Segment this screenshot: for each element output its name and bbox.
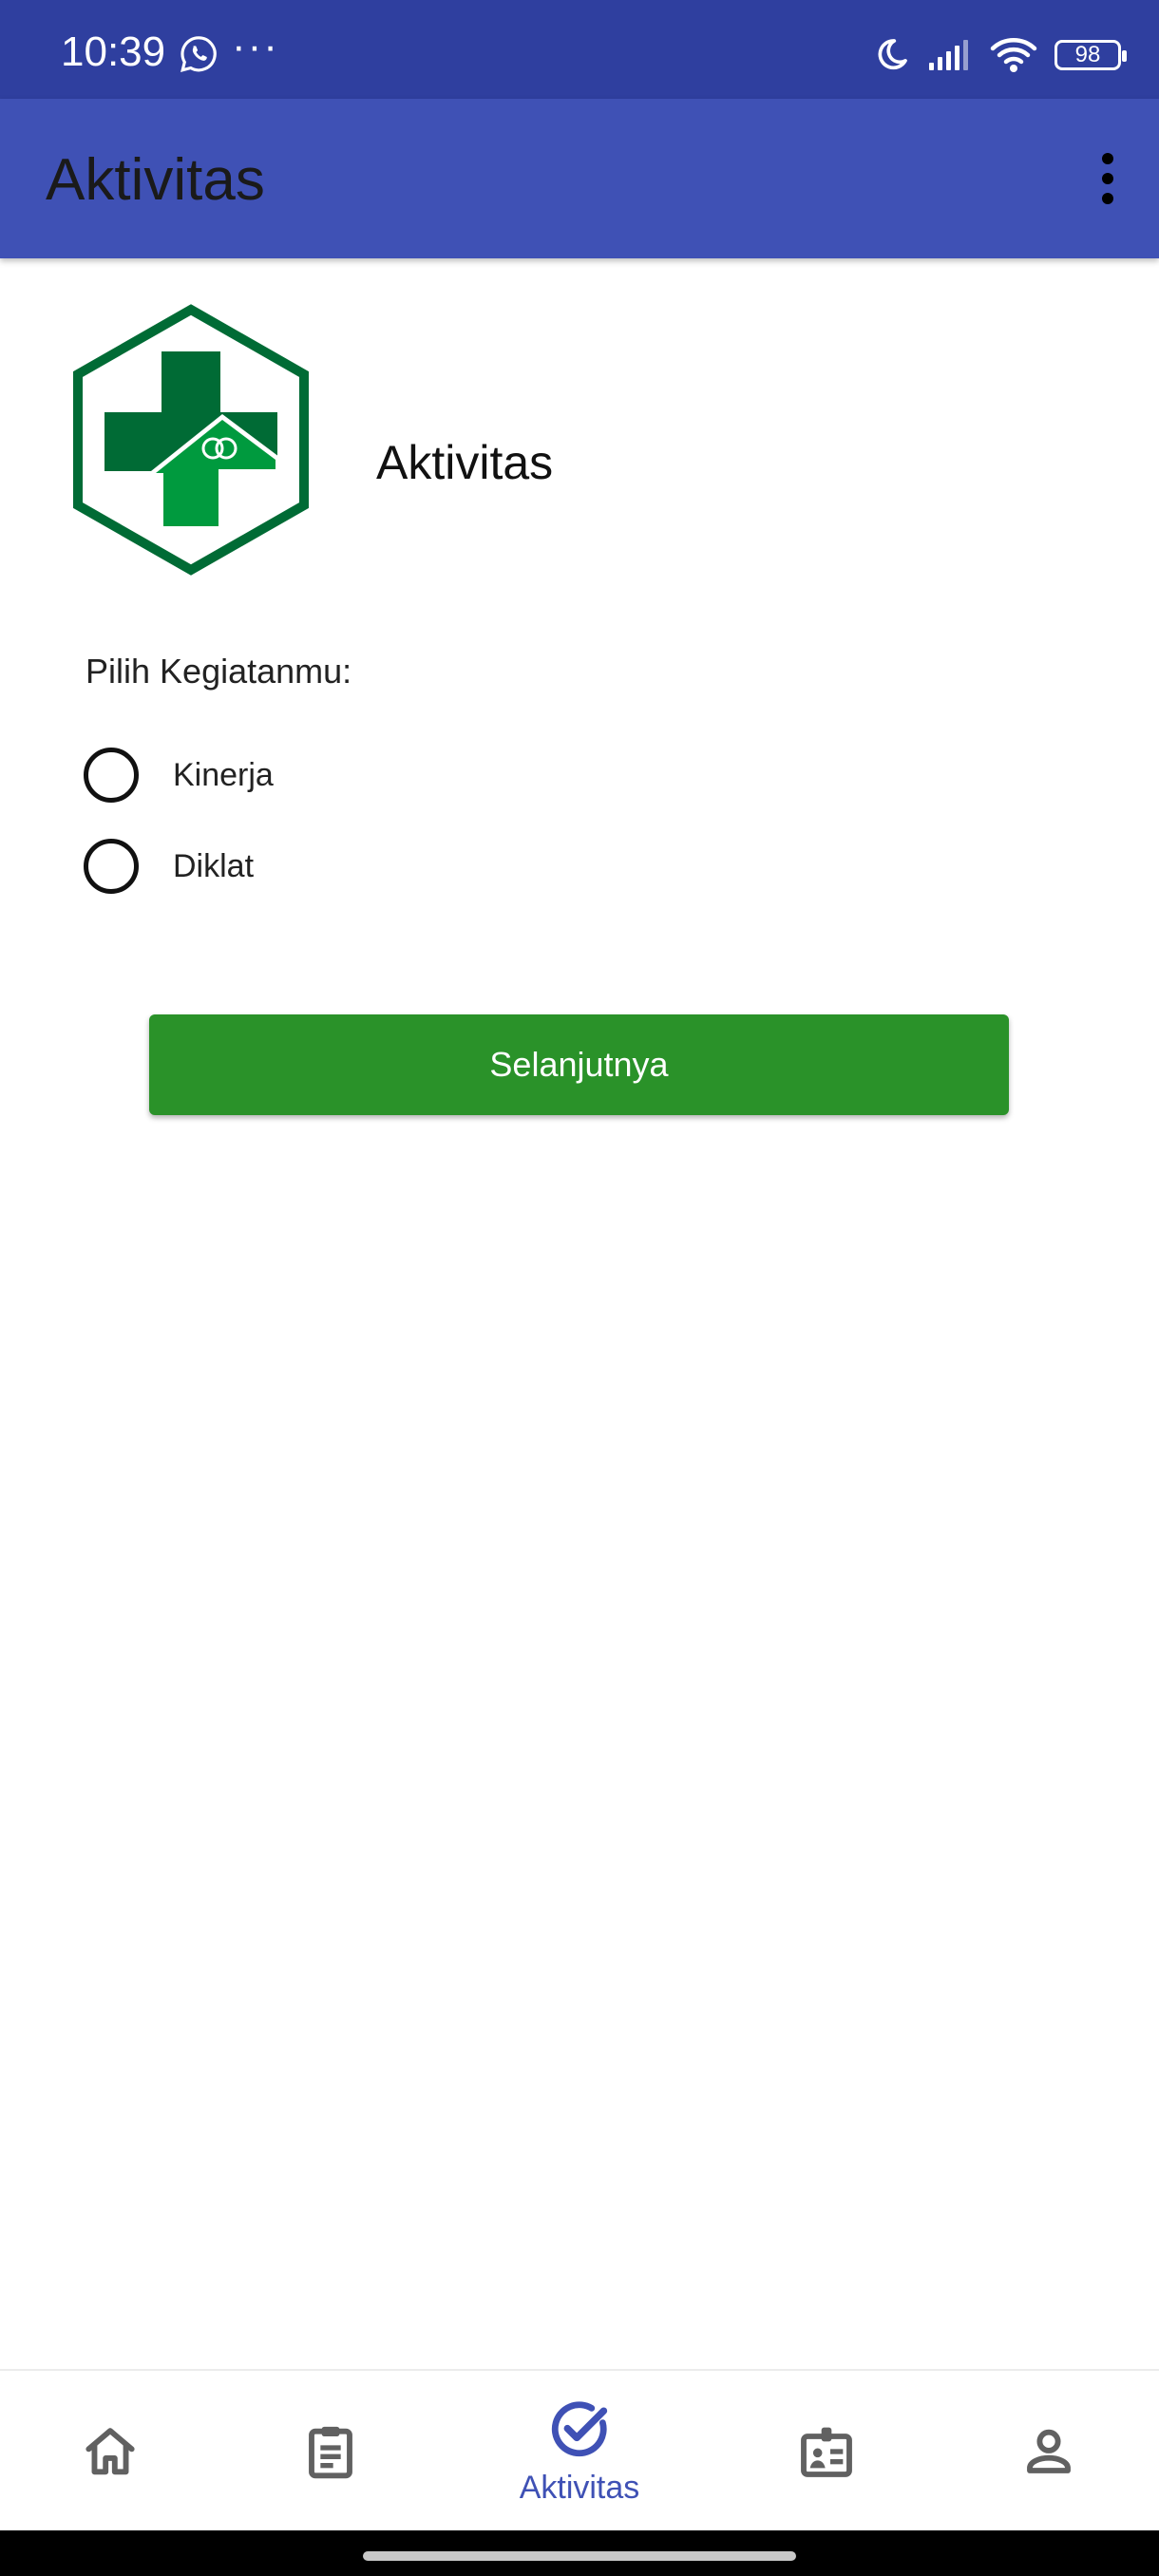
whatsapp-icon	[180, 36, 217, 73]
app-bar: Aktivitas	[0, 99, 1159, 258]
moon-icon	[878, 39, 907, 70]
status-indicators: 98	[872, 32, 1127, 78]
page-heading: Aktivitas	[376, 436, 554, 489]
radio-label-kinerja: Kinerja	[173, 756, 274, 793]
bottom-navigation: Aktivitas	[0, 2369, 1159, 2532]
system-gesture-bar	[0, 2530, 1159, 2576]
radio-button[interactable]	[84, 748, 139, 803]
battery-indicator: 98	[1054, 40, 1127, 70]
nav-item-home[interactable]	[15, 2371, 205, 2532]
radio-label-diklat: Diklat	[173, 847, 255, 884]
nav-item-profile[interactable]	[954, 2371, 1144, 2532]
activity-prompt: Pilih Kegiatanmu:	[86, 652, 352, 691]
clipboard-icon	[309, 2426, 352, 2479]
app-bar-title: Aktivitas	[46, 147, 265, 213]
person-icon	[1027, 2429, 1071, 2473]
nav-item-clipboard[interactable]	[236, 2371, 426, 2532]
kemenkes-logo	[73, 304, 309, 576]
id-card-icon	[801, 2427, 852, 2477]
more-vert-icon[interactable]	[1085, 144, 1130, 213]
status-bar: 10:39 ··· 98	[0, 0, 1159, 99]
check-circle-icon	[551, 2400, 608, 2456]
radio-option-kinerja[interactable]: Kinerja	[84, 741, 559, 809]
nav-item-aktivitas[interactable]: Aktivitas	[484, 2371, 674, 2532]
status-time: 10:39	[61, 28, 166, 75]
gesture-handle[interactable]	[363, 2551, 796, 2561]
signal-icon	[929, 40, 968, 70]
radio-option-diklat[interactable]: Diklat	[84, 832, 559, 900]
home-icon	[86, 2428, 135, 2475]
nav-label-aktivitas: Aktivitas	[519, 2469, 640, 2506]
next-button[interactable]: Selanjutnya	[149, 1014, 1009, 1115]
wifi-icon	[990, 38, 1037, 72]
battery-level: 98	[1074, 42, 1101, 67]
radio-button[interactable]	[84, 839, 139, 894]
nav-item-id-card[interactable]	[732, 2371, 922, 2532]
status-more-dots: ···	[232, 23, 279, 69]
